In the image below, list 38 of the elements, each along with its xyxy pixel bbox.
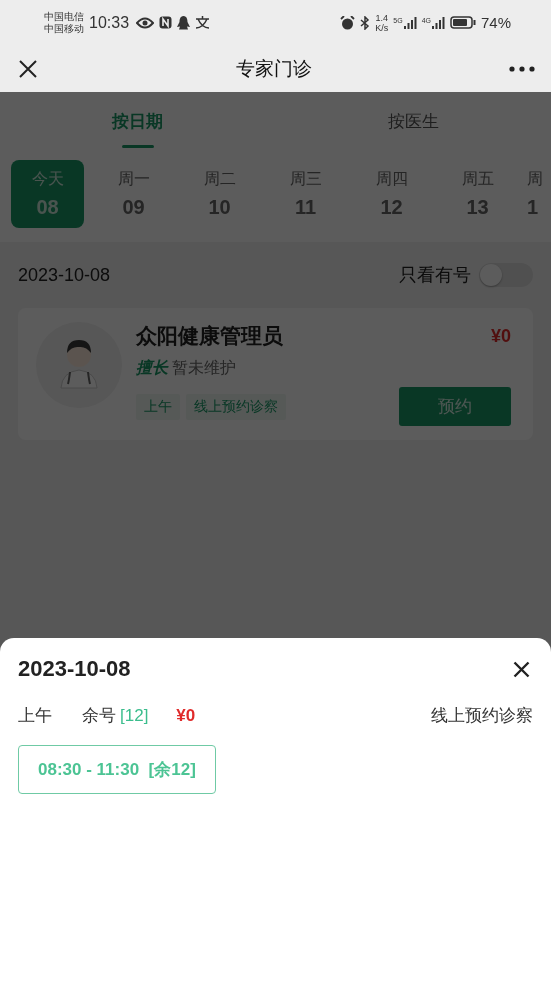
doctor-name: 众阳健康管理员 [136,323,283,349]
date-tab[interactable]: 今天 08 [11,160,84,228]
more-icon[interactable] [509,65,535,72]
carrier-name: 中国移动 [44,22,84,35]
alarm-icon [340,15,356,30]
book-button[interactable]: 预约 [399,387,511,426]
tab[interactable]: 按日期 [0,92,276,150]
eye-icon [136,16,155,29]
signal-icon [431,16,445,29]
price: ¥0 [490,325,511,347]
battery-icon [449,16,476,29]
selected-date: 2023-10-08 [18,264,111,286]
close-icon[interactable] [18,58,38,79]
tag: 线上预约诊察 [186,393,286,420]
penguin-icon [177,15,191,30]
toggle-switch[interactable] [479,263,533,287]
page-title: 专家门诊 [235,56,312,81]
period-label: 上午 [18,705,52,727]
close-icon[interactable] [513,660,530,678]
translate-icon [195,16,211,29]
price: ¥0 [176,705,196,726]
remaining-label: 余号 [82,705,116,727]
tag: 上午 [136,393,180,420]
tab[interactable]: 按医生 [275,92,551,150]
battery-percent: 74% [480,14,511,31]
nfc-icon [159,16,173,29]
carrier-name: 中国电信 [44,10,84,23]
specialty-label: 擅长 [136,358,168,378]
bluetooth-icon [360,15,371,30]
signal-icon [403,16,417,29]
network-speed: 1.4 [375,12,389,23]
network-speed: K/s [375,22,389,33]
sheet-date: 2023-10-08 [18,656,131,682]
filter-label: 只看有号 [399,264,471,287]
visit-type: 线上预约诊察 [431,705,533,727]
clock-time: 10:33 [89,13,130,32]
time-slot-button[interactable]: 08:30 - 11:30 [余12] [18,745,216,794]
remaining-count: [12] [120,705,149,726]
